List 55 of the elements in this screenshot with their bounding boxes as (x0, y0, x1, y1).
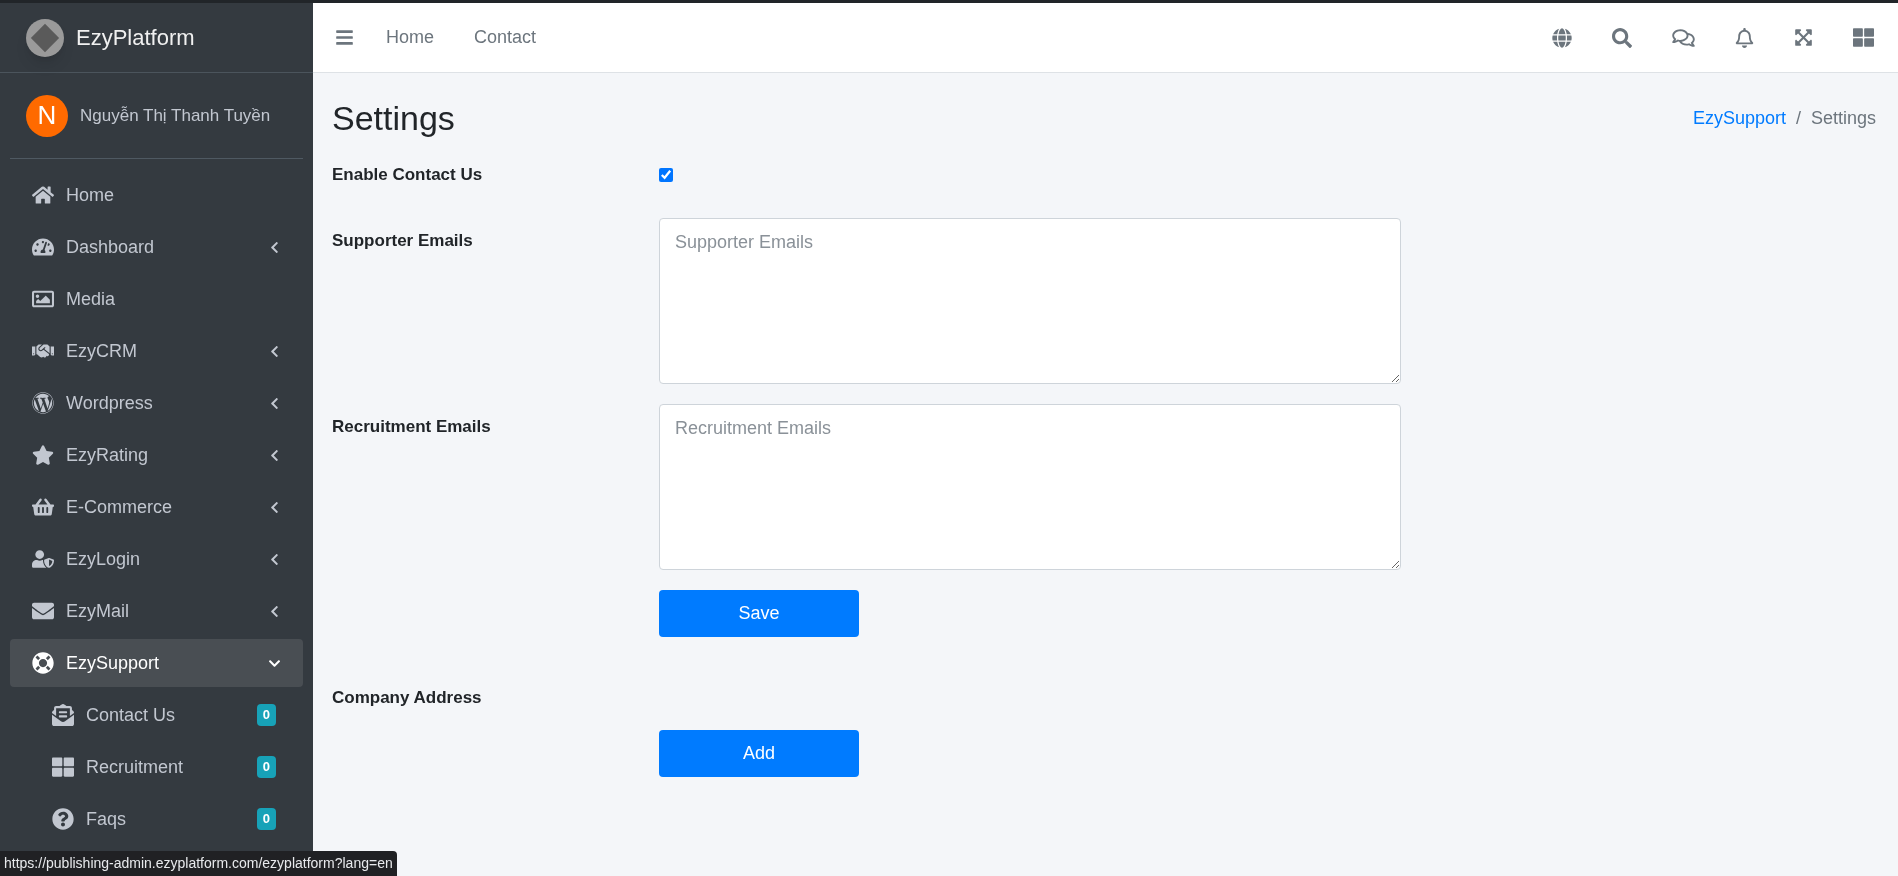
open-envelope-icon (52, 704, 74, 726)
lifebuoy-icon (32, 652, 54, 674)
sidebar-item[interactable]: EzyRating (10, 431, 303, 479)
gauge-icon (32, 236, 54, 258)
nav-link[interactable]: Contact (474, 24, 537, 51)
user-shield-icon (32, 548, 54, 570)
brand-name: EzyPlatform (76, 24, 195, 52)
section-label: Company Address (332, 686, 483, 709)
count-badge: 0 (256, 808, 276, 830)
wordpress-icon (32, 392, 54, 414)
sidebar-subitem[interactable]: Recruitment 0 (10, 743, 303, 791)
page-title: Settings (332, 98, 455, 139)
grid-icon (52, 756, 74, 778)
sidebar-subitem[interactable]: Contact Us 0 (10, 691, 303, 739)
field-label: Enable Contact Us (332, 164, 484, 186)
action-button[interactable]: Save (659, 589, 859, 637)
field-label: Recruitment Emails (332, 415, 492, 438)
sidebar-item[interactable]: Home (10, 171, 303, 219)
basket-icon (32, 496, 54, 518)
sidebar-item[interactable]: Media (10, 275, 303, 323)
image-icon (32, 288, 54, 310)
search-icon[interactable] (1612, 27, 1632, 48)
breadcrumb-separator: / (1795, 107, 1801, 130)
email-textarea[interactable]: Recruitment Emails (659, 403, 1401, 570)
home-icon (32, 184, 54, 206)
logo-icon (26, 18, 64, 57)
avatar: N (26, 94, 68, 137)
star-icon (32, 444, 54, 466)
count-badge: 0 (256, 756, 276, 778)
sidebar-item[interactable]: E-Commerce (10, 483, 303, 531)
question-icon (52, 808, 74, 830)
status-url-tooltip: https://publishing-admin.ezyplatform.com/ezyplatform?lang=en (0, 851, 397, 876)
breadcrumb-link[interactable]: EzySupport (1692, 105, 1786, 132)
globe-icon[interactable] (1552, 27, 1572, 48)
sidebar-subitem[interactable]: Faqs 0 (10, 795, 303, 843)
count-badge: 0 (256, 704, 276, 726)
chat-icon[interactable] (1672, 27, 1695, 48)
sidebar-item[interactable]: EzyLogin (10, 535, 303, 583)
user-name: Nguyễn Thị Thanh Tuyền (80, 104, 271, 127)
sidebar-item[interactable]: Dashboard (10, 223, 303, 271)
field-label: Supporter Emails (332, 229, 474, 252)
grid-icon[interactable] (1853, 27, 1874, 48)
fullscreen-icon[interactable] (1794, 28, 1813, 47)
sidebar-item[interactable]: EzyCRM (10, 327, 303, 375)
envelope-icon (32, 600, 54, 622)
enable-checkbox[interactable] (659, 167, 673, 182)
nav-link[interactable]: Home (386, 24, 434, 51)
action-button[interactable]: Add (659, 730, 859, 777)
menu-icon[interactable] (335, 28, 354, 47)
sidebar-item[interactable]: EzySupport (10, 639, 303, 687)
bell-icon[interactable] (1735, 27, 1754, 48)
breadcrumb-current: Settings (1810, 107, 1876, 130)
email-textarea[interactable]: Supporter Emails (659, 217, 1401, 384)
sidebar-item[interactable]: EzyMail (10, 587, 303, 635)
sidebar-item[interactable]: Wordpress (10, 379, 303, 427)
